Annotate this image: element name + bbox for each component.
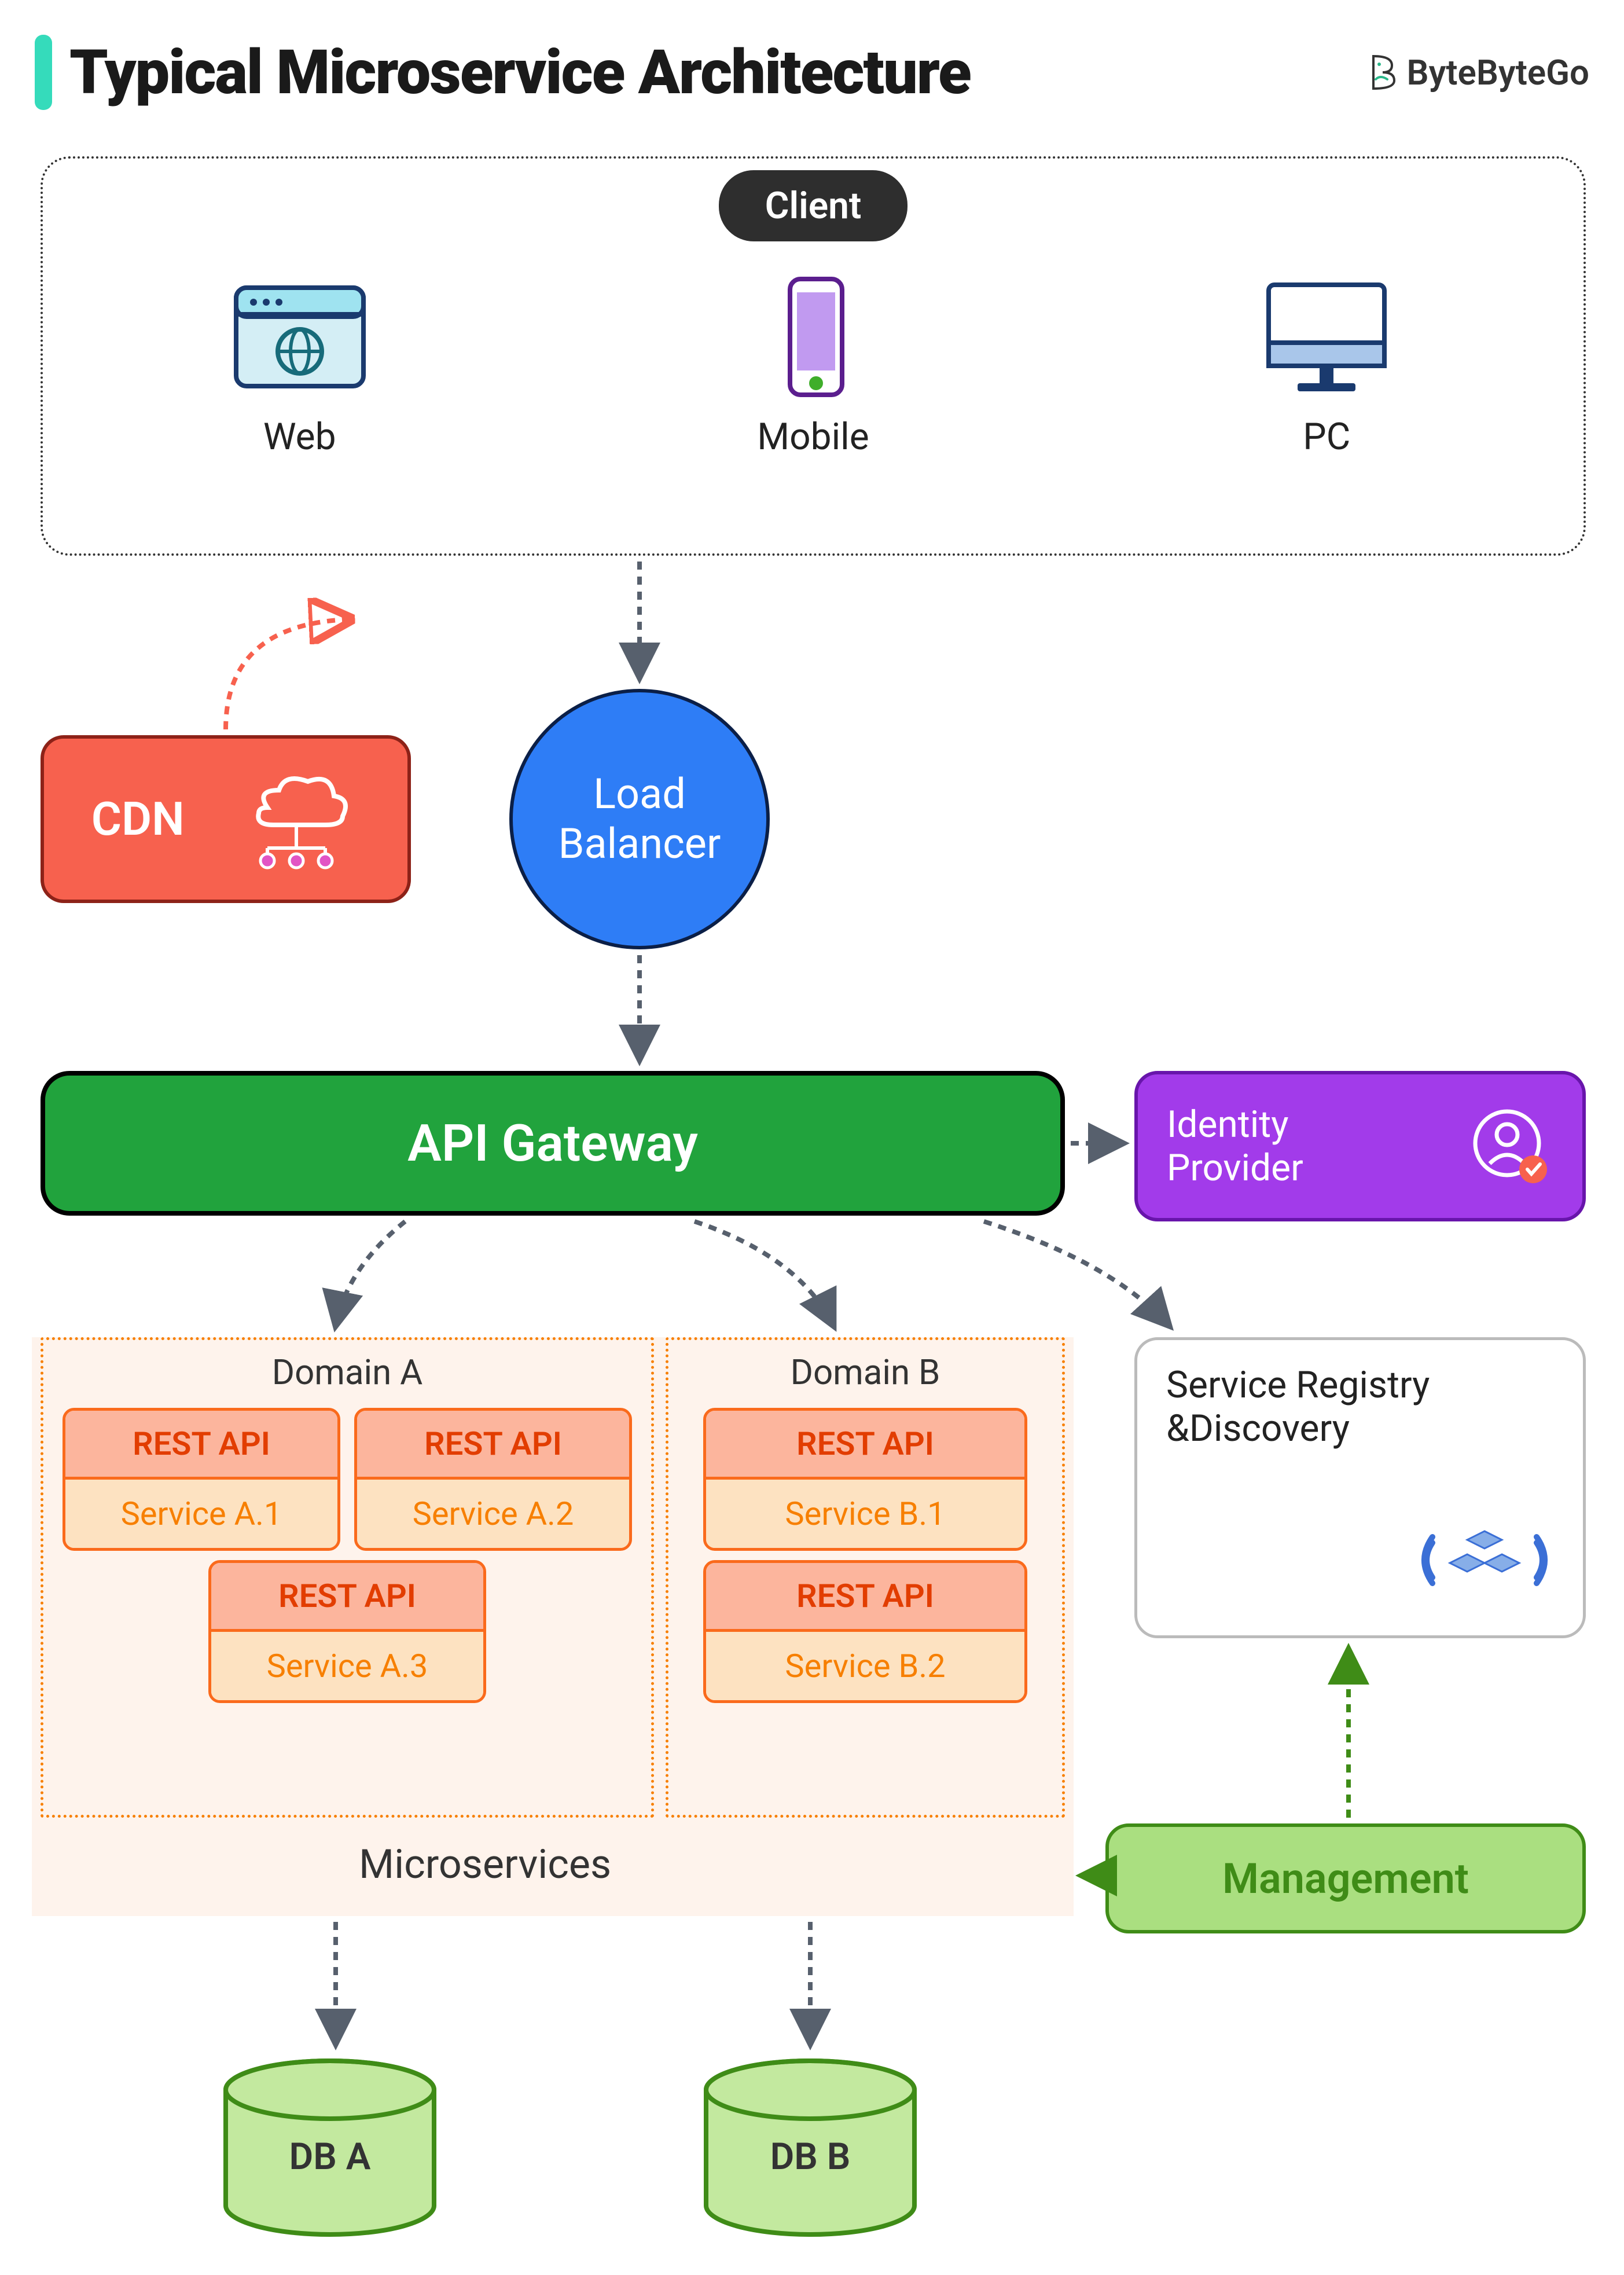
client-mobile-label: Mobile	[757, 415, 869, 458]
service-a3: REST API Service A.3	[208, 1560, 486, 1703]
database-b-label: DB B	[770, 2135, 851, 2178]
brand-text: ByteByteGo	[1407, 52, 1590, 93]
client-row: Web Mobile PC	[43, 276, 1583, 458]
client-label: Client	[719, 170, 908, 241]
cdn-box: CDN	[41, 735, 411, 903]
load-balancer-label: Load Balancer	[559, 769, 721, 869]
service-b2-name: Service B.2	[706, 1632, 1024, 1700]
mobile-icon	[744, 276, 883, 398]
service-a2-api: REST API	[357, 1411, 629, 1480]
service-b1-name: Service B.1	[706, 1480, 1024, 1548]
identity-provider: Identity Provider	[1134, 1071, 1586, 1221]
header: Typical Microservice Architecture ByteBy…	[0, 0, 1624, 133]
client-web: Web	[230, 276, 369, 458]
service-registry: Service Registry &Discovery	[1134, 1337, 1586, 1638]
diagram-canvas: Client Web M	[0, 133, 1624, 2275]
management-box: Management	[1105, 1823, 1586, 1933]
cdn-label: CDN	[91, 792, 185, 846]
cdn-icon	[233, 767, 360, 871]
api-gateway-label: API Gateway	[407, 1114, 698, 1173]
brand-icon	[1364, 54, 1401, 91]
service-registry-label: Service Registry &Discovery	[1166, 1363, 1554, 1450]
service-a3-api: REST API	[211, 1563, 483, 1632]
database-a: DB A	[214, 2055, 446, 2240]
user-check-icon	[1467, 1103, 1553, 1190]
client-pc: PC	[1257, 276, 1396, 458]
service-b1-api: REST API	[706, 1411, 1024, 1480]
web-icon	[230, 276, 369, 398]
service-a1-api: REST API	[65, 1411, 337, 1480]
service-a2: REST API Service A.2	[354, 1408, 632, 1551]
service-b1: REST API Service B.1	[703, 1408, 1027, 1551]
registry-icon	[1415, 1508, 1554, 1612]
client-pc-label: PC	[1303, 415, 1350, 458]
pc-icon	[1257, 276, 1396, 398]
diagram-title: Typical Microservice Architecture	[69, 36, 1364, 108]
database-b: DB B	[695, 2055, 926, 2240]
client-web-label: Web	[263, 415, 336, 458]
brand-logo: ByteByteGo	[1364, 52, 1590, 93]
management-label: Management	[1222, 1854, 1469, 1903]
service-a1: REST API Service A.1	[63, 1408, 340, 1551]
domain-b-box: Domain B REST API Service B.1 REST API S…	[666, 1337, 1065, 1818]
domain-a-title: Domain A	[272, 1352, 423, 1393]
client-container: Client Web M	[41, 156, 1586, 556]
client-mobile: Mobile	[744, 276, 883, 458]
service-a3-name: Service A.3	[211, 1632, 483, 1700]
database-a-label: DB A	[289, 2135, 371, 2178]
service-b2: REST API Service B.2	[703, 1560, 1027, 1703]
service-a2-name: Service A.2	[357, 1480, 629, 1548]
service-b2-api: REST API	[706, 1563, 1024, 1632]
api-gateway: API Gateway	[41, 1071, 1065, 1216]
identity-provider-label: Identity Provider	[1167, 1103, 1303, 1190]
domain-b-title: Domain B	[791, 1352, 940, 1393]
service-a1-name: Service A.1	[65, 1480, 337, 1548]
load-balancer: Load Balancer	[509, 689, 770, 949]
domain-a-box: Domain A REST API Service A.1 REST API S…	[41, 1337, 654, 1818]
microservices-label: Microservices	[359, 1841, 611, 1888]
accent-bar	[35, 35, 52, 110]
